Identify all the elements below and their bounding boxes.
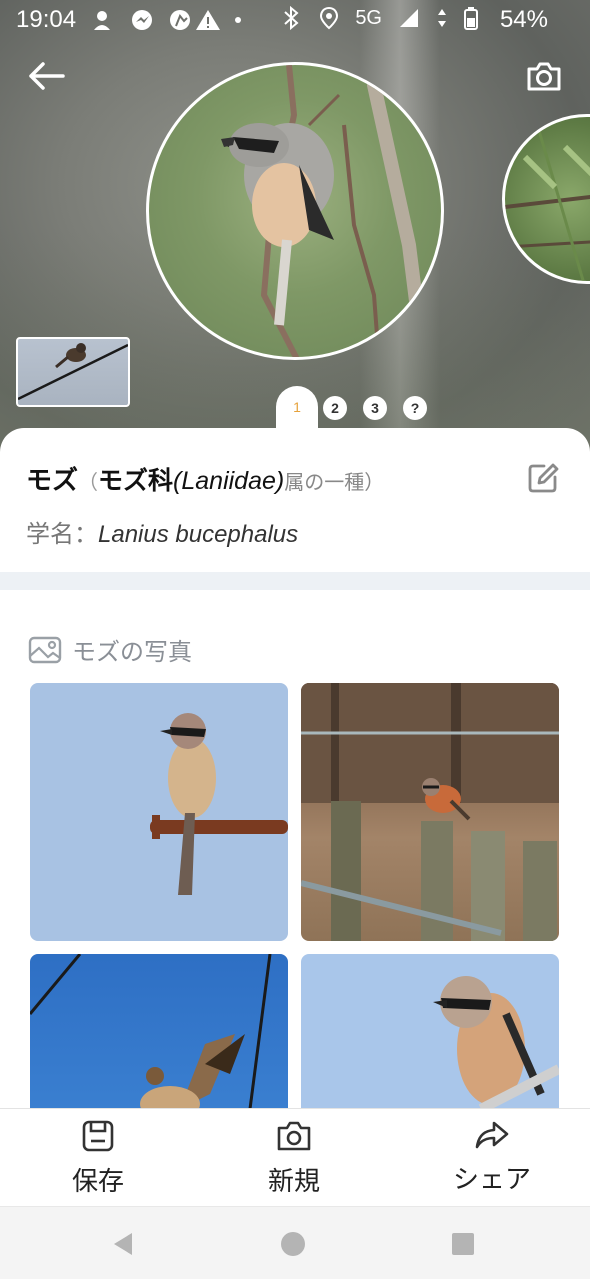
- nav-back-icon[interactable]: [108, 1229, 138, 1259]
- signal-icon: [400, 9, 418, 27]
- photo-gallery-icon: [28, 636, 62, 663]
- data-arrows-icon: [438, 9, 446, 27]
- species-name-row: モズ（モズ科(Laniidae)属の一種）: [26, 460, 384, 497]
- photos-heading: モズの写真: [28, 632, 192, 667]
- network-type: 5G: [355, 6, 382, 29]
- nav-recent-icon[interactable]: [448, 1229, 478, 1259]
- bluetooth-icon: [284, 6, 299, 30]
- status-right-icons: 5G: [281, 6, 478, 30]
- battery-percent: 54%: [499, 6, 548, 33]
- edit-icon: [528, 463, 559, 493]
- new-label: 新規: [267, 1167, 320, 1197]
- edit-button[interactable]: [522, 458, 564, 498]
- photo-tile-image: [150, 713, 288, 895]
- photo-tile-image: [301, 683, 559, 941]
- scientific-name-row: 学名：Lanius bucephalus: [26, 514, 298, 549]
- family-suffix: 属の一種）: [284, 470, 385, 494]
- scientific-label: 学名：: [26, 520, 98, 548]
- notification-icons-svg: [94, 10, 241, 30]
- notification-icons: [92, 8, 242, 38]
- back-button[interactable]: [22, 54, 70, 98]
- share-label: シェア: [452, 1165, 531, 1195]
- main-photo[interactable]: [146, 62, 444, 360]
- camera-icon: [527, 62, 561, 91]
- main-photo-image: [221, 65, 426, 357]
- photo-tile[interactable]: [30, 683, 288, 941]
- location-icon: [320, 6, 339, 30]
- nav-home-icon[interactable]: [278, 1229, 308, 1259]
- pager-dot-1[interactable]: 1: [285, 395, 309, 419]
- new-button[interactable]: 新規: [234, 1119, 354, 1203]
- photo-tile-image: [433, 976, 559, 1114]
- scientific-name: Lanius bucephalus: [98, 521, 299, 548]
- save-button[interactable]: 保存: [38, 1119, 158, 1203]
- paren-open: （: [78, 470, 99, 494]
- species-name: モズ: [26, 466, 79, 496]
- battery-icon: [464, 7, 478, 30]
- save-icon: [82, 1120, 114, 1152]
- camera-button[interactable]: [520, 54, 568, 98]
- camera-icon: [277, 1121, 311, 1151]
- photo-tile[interactable]: [301, 683, 559, 941]
- status-time: 19:04: [16, 6, 77, 33]
- status-bar: 19:04 5G 54%: [0, 0, 590, 40]
- pager-dot-unknown[interactable]: ?: [403, 396, 427, 420]
- save-label: 保存: [71, 1167, 124, 1197]
- bottom-action-bar: 保存 新規 シェア: [0, 1108, 590, 1206]
- system-nav-bar: [0, 1206, 590, 1279]
- pager-dot-3[interactable]: 3: [363, 396, 387, 420]
- photo-tile-image: [30, 954, 272, 1122]
- species-info-sheet: モズ（モズ科(Laniidae)属の一種） 学名：Lanius bucephal…: [0, 428, 590, 573]
- section-divider: [0, 572, 590, 590]
- share-arrow-icon: [475, 1121, 509, 1149]
- family-latin: (Laniidae): [173, 467, 285, 495]
- share-button[interactable]: シェア: [432, 1119, 552, 1203]
- family-name: モズ科: [98, 466, 174, 495]
- arrow-left-icon: [29, 62, 65, 90]
- photos-heading-text: モズの写真: [72, 638, 192, 666]
- pager-dot-2[interactable]: 2: [323, 396, 347, 420]
